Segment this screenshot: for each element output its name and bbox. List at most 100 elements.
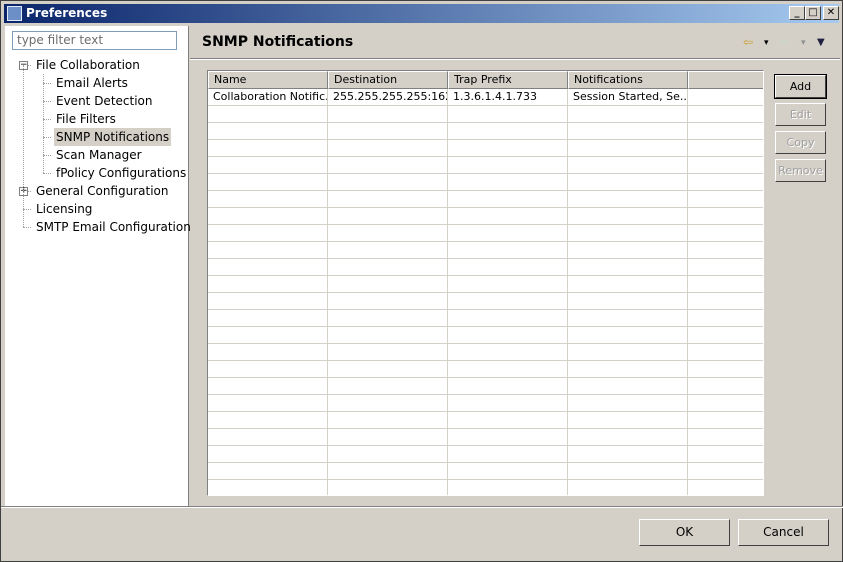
table-cell [688, 276, 763, 293]
table-row [208, 344, 763, 361]
table-cell [328, 293, 448, 310]
forward-icon[interactable]: ⇨ [780, 35, 790, 49]
column-header[interactable]: Name [208, 71, 328, 89]
table-cell [688, 327, 763, 344]
tree-item[interactable]: SNMP Notifications [54, 128, 172, 146]
table-cell [448, 259, 568, 276]
column-header[interactable]: Notifications [568, 71, 688, 89]
table-row [208, 140, 763, 157]
table-row[interactable]: Collaboration Notific... 255.255.255.255:… [208, 89, 763, 106]
table-cell [448, 123, 568, 140]
table-cell [568, 106, 688, 123]
minimize-button[interactable]: _ [789, 6, 805, 20]
filter-input[interactable]: type filter text [12, 31, 177, 50]
tree-item[interactable]: General Configuration [34, 182, 171, 200]
back-icon[interactable]: ⇦ [743, 35, 753, 49]
tree-item[interactable]: Event Detection [54, 92, 155, 110]
table-cell [688, 225, 763, 242]
table-cell [448, 429, 568, 446]
tree-item[interactable]: File Collaboration [34, 56, 142, 74]
tree-item[interactable]: Licensing [34, 200, 94, 218]
app-icon [7, 6, 22, 21]
table-cell: 1.3.6.1.4.1.733 [448, 89, 568, 106]
table-cell [688, 480, 763, 495]
ok-button[interactable]: OK [639, 519, 730, 546]
tree-item[interactable]: fPolicy Configurations [54, 164, 188, 182]
tree-connector [23, 209, 31, 210]
close-button[interactable]: ✕ [823, 6, 839, 20]
table-cell [688, 89, 763, 106]
table-cell [208, 310, 328, 327]
table-cell [208, 276, 328, 293]
maximize-button[interactable]: □ [805, 6, 821, 20]
table-cell [448, 276, 568, 293]
table-cell [208, 242, 328, 259]
table-row [208, 242, 763, 259]
table-cell [328, 259, 448, 276]
column-header[interactable]: Trap Prefix [448, 71, 568, 89]
table-cell [688, 395, 763, 412]
forward-dropdown-icon[interactable]: ▾ [801, 38, 806, 48]
table-cell [208, 123, 328, 140]
table-cell [328, 429, 448, 446]
table-row [208, 106, 763, 123]
back-dropdown-icon[interactable]: ▾ [764, 38, 769, 48]
table-cell [328, 395, 448, 412]
table-cell [568, 361, 688, 378]
table-row [208, 310, 763, 327]
tree-connector [43, 173, 51, 174]
table-cell [448, 191, 568, 208]
table-cell [688, 259, 763, 276]
table-cell [328, 157, 448, 174]
table-cell [328, 106, 448, 123]
table-cell [568, 242, 688, 259]
sidebar: type filter text File Collaboration − Emai… [5, 26, 191, 506]
table-cell [448, 140, 568, 157]
table-cell [688, 174, 763, 191]
tree-connector [43, 74, 44, 173]
table-cell [688, 123, 763, 140]
table-cell [688, 140, 763, 157]
table-cell [688, 293, 763, 310]
table-cell [568, 412, 688, 429]
add-button[interactable]: Add [774, 74, 827, 99]
tree-item[interactable]: File Filters [54, 110, 118, 128]
table-cell [328, 327, 448, 344]
copy-button[interactable]: Copy [775, 131, 826, 154]
table-cell [448, 480, 568, 495]
table-cell [328, 378, 448, 395]
table-row [208, 191, 763, 208]
table-row [208, 412, 763, 429]
table-row [208, 293, 763, 310]
table-cell [328, 446, 448, 463]
table-cell [688, 191, 763, 208]
cancel-button[interactable]: Cancel [738, 519, 829, 546]
table-cell [328, 310, 448, 327]
edit-button[interactable]: Edit [775, 103, 826, 126]
table-cell [568, 174, 688, 191]
table-cell [208, 446, 328, 463]
view-menu-icon[interactable]: ▼ [817, 37, 825, 48]
table-cell [568, 310, 688, 327]
table-cell: Session Started, Se... [568, 89, 688, 106]
title-bar: Preferences _ □ ✕ [4, 4, 839, 23]
table-cell [688, 412, 763, 429]
table-row [208, 463, 763, 480]
table-cell [448, 157, 568, 174]
table-cell [328, 174, 448, 191]
tree-item[interactable]: Email Alerts [54, 74, 130, 92]
table-cell [568, 480, 688, 495]
table-header: Name Destination Trap Prefix Notifications [208, 71, 763, 89]
remove-button[interactable]: Remove [775, 159, 826, 182]
table-cell [208, 174, 328, 191]
table-cell [328, 208, 448, 225]
table-cell [448, 412, 568, 429]
tree-item[interactable]: Scan Manager [54, 146, 144, 164]
table-cell [328, 276, 448, 293]
table-cell [448, 106, 568, 123]
column-header[interactable] [688, 71, 763, 89]
tree-item[interactable]: SMTP Email Configuration [34, 218, 193, 236]
table-cell [208, 157, 328, 174]
column-header[interactable]: Destination [328, 71, 448, 89]
table-cell [568, 463, 688, 480]
